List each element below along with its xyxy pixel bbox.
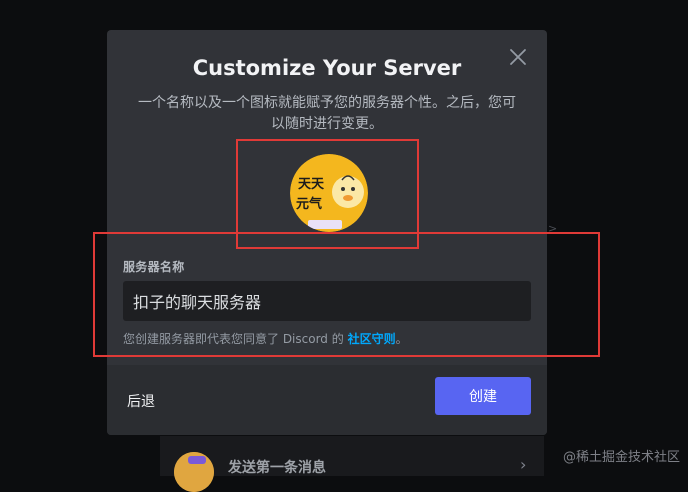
back-button[interactable]: 后退 [127,387,155,415]
watermark: @稀土掘金技术社区 [562,450,680,465]
community-guidelines-link[interactable]: 社区守则 [348,332,396,346]
create-button[interactable]: 创建 [435,377,531,415]
background-message-text: 发送第一条消息 [228,460,326,476]
background-channel-row [160,436,544,476]
customize-server-modal: Customize Your Server 一个名称以及一个图标就能赋予您的服务… [107,30,547,435]
server-name-label: 服务器名称 [123,260,185,274]
background-mark: > [548,222,558,235]
server-name-input[interactable] [123,281,531,321]
avatar-text-line2: 元气 [296,196,322,212]
modal-subtitle: 一个名称以及一个图标就能赋予您的服务器个性。之后，您可以随时进行变更。 [138,95,516,132]
avatar-text-line1: 天天 [298,177,325,192]
terms-prefix: 您创建服务器即代表您同意了 Discord 的 [123,332,348,346]
modal-title: Customize Your Server [192,56,462,80]
background-avatar [174,452,214,492]
modal-footer: 后退 创建 [107,365,547,435]
terms-text: 您创建服务器即代表您同意了 Discord 的 社区守则。 [123,330,408,347]
server-icon-image: 天天 元气 [290,154,368,232]
server-icon-upload[interactable]: 天天 元气 [290,154,368,232]
terms-suffix: 。 [395,332,408,346]
chevron-right-icon: › [520,455,527,474]
